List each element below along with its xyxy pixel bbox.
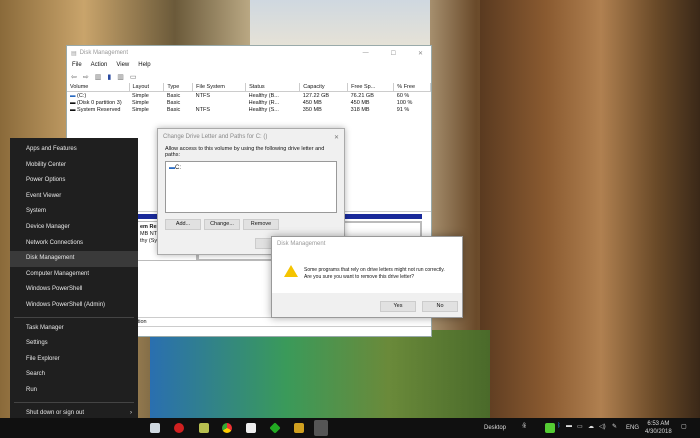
bluetooth-icon[interactable]: ᛒ xyxy=(557,423,561,429)
col-status[interactable]: Status xyxy=(245,83,301,92)
drive-icon: ▬ xyxy=(70,99,78,106)
menu-item-task-manager[interactable]: Task Manager xyxy=(10,321,138,337)
col-free-space[interactable]: Free Sp... xyxy=(347,83,395,92)
paths-list[interactable]: ▬C: xyxy=(165,161,337,213)
clock[interactable]: 6:53 AM 4/30/2018 xyxy=(645,420,672,436)
language-indicator[interactable]: ENG xyxy=(626,425,639,431)
menu-bar: File Action View Help xyxy=(67,60,431,70)
wallpaper-sky xyxy=(250,0,430,50)
menu-item-search[interactable]: Search xyxy=(10,367,138,383)
remove-button[interactable]: Remove xyxy=(243,219,279,230)
menu-help[interactable]: Help xyxy=(138,62,150,68)
drive-icon: ▬ xyxy=(70,92,78,99)
people-icon[interactable]: ꆜ xyxy=(522,423,527,430)
view-icon[interactable]: ▭ xyxy=(130,73,137,81)
volume-table: Volume Layout Type File System Status Ca… xyxy=(67,83,431,114)
disk-management-taskbar-icon[interactable] xyxy=(314,420,328,436)
col-percent-free[interactable]: % Free xyxy=(393,83,431,92)
menu-action[interactable]: Action xyxy=(91,62,108,68)
menu-item-windows-powershell[interactable]: Windows PowerShell xyxy=(10,282,138,298)
battery-icon[interactable]: ▬ xyxy=(566,423,572,429)
back-icon[interactable]: ⇦ xyxy=(71,73,77,81)
tool-icon[interactable] xyxy=(294,423,304,433)
col-filesystem[interactable]: File System xyxy=(192,83,247,92)
menu-item-apps-and-features[interactable]: Apps and Features xyxy=(10,142,138,158)
app-tray-icon[interactable] xyxy=(545,423,555,433)
wallpaper-canal xyxy=(150,330,490,420)
instruction-text: Allow access to this volume by using the… xyxy=(165,146,325,158)
disk-management-icon: ▤ xyxy=(71,50,77,57)
pen-icon[interactable]: ✎ xyxy=(612,423,617,430)
no-button[interactable]: No xyxy=(422,301,458,312)
menu-item-settings[interactable]: Settings xyxy=(10,336,138,352)
change-button[interactable]: Change... xyxy=(204,219,240,230)
list-item[interactable]: ▬C: xyxy=(169,165,333,171)
menu-separator xyxy=(14,401,134,403)
add-button[interactable]: Add... xyxy=(165,219,201,230)
table-header: Volume Layout Type File System Status Ca… xyxy=(67,83,431,92)
dialog-title: Change Drive Letter and Paths for C: () xyxy=(163,134,268,140)
menu-item-mobility-center[interactable]: Mobility Center xyxy=(10,158,138,174)
col-type[interactable]: Type xyxy=(163,83,194,92)
menu-item-device-manager[interactable]: Device Manager xyxy=(10,220,138,236)
mail-icon[interactable] xyxy=(246,423,256,433)
window-title: Disk Management xyxy=(79,50,129,56)
network-icon[interactable]: ▭ xyxy=(577,423,583,430)
drive-icon: ▬ xyxy=(70,107,78,114)
col-layout[interactable]: Layout xyxy=(129,83,165,92)
menu-item-network-connections[interactable]: Network Connections xyxy=(10,236,138,252)
close-icon[interactable]: ✕ xyxy=(334,134,339,141)
menu-item-computer-management[interactable]: Computer Management xyxy=(10,267,138,283)
app-icon[interactable] xyxy=(150,423,160,433)
menu-item-run[interactable]: Run xyxy=(10,383,138,399)
desktop-toolbar-label[interactable]: Desktop xyxy=(484,425,506,431)
menu-item-file-explorer[interactable]: File Explorer xyxy=(10,352,138,368)
volume-icon[interactable]: ◁) xyxy=(599,423,606,430)
message-line-2: Are you sure you want to remove this dri… xyxy=(304,274,415,280)
menu-item-windows-powershell-admin[interactable]: Windows PowerShell (Admin) xyxy=(10,298,138,314)
menu-item-disk-management[interactable]: Disk Management xyxy=(10,251,138,267)
warning-icon xyxy=(284,265,298,277)
app-icon[interactable] xyxy=(269,422,281,434)
table-row[interactable]: ▬ (Disk 0 partition 3) Simple Basic Healthy… xyxy=(67,99,431,107)
notes-icon[interactable] xyxy=(199,423,209,433)
toolbar: ⇦ ⇨ ▥ ▮ ▥ ▭ xyxy=(67,70,431,83)
help-icon[interactable]: ▮ xyxy=(107,73,111,81)
title-bar: ▤ Disk Management — ☐ ✕ xyxy=(67,46,431,60)
close-button[interactable]: ✕ xyxy=(418,50,423,57)
chrome-icon[interactable] xyxy=(222,423,232,433)
menu-separator xyxy=(14,316,134,318)
winx-menu: Apps and Features Mobility Center Power Op… xyxy=(10,138,138,433)
forward-icon[interactable]: ⇨ xyxy=(83,73,89,81)
table-row[interactable]: ▬ System Reserved Simple Basic NTFS Healthy … xyxy=(67,107,431,115)
menu-view[interactable]: View xyxy=(116,62,129,68)
action-center-icon[interactable]: ▢ xyxy=(681,423,687,430)
menu-item-event-viewer[interactable]: Event Viewer xyxy=(10,189,138,205)
menu-file[interactable]: File xyxy=(72,62,82,68)
maximize-button[interactable]: ☐ xyxy=(391,50,396,57)
wallpaper-buildings xyxy=(480,0,700,418)
taskbar: Desktop ꆜ ᛒ ▬ ▭ ☁ ◁) ✎ ENG 6:53 AM 4/30/2… xyxy=(0,418,700,438)
message-line-1: Some programs that rely on drive letters… xyxy=(304,267,445,273)
dialog-title: Disk Management xyxy=(277,241,326,247)
yes-button[interactable]: Yes xyxy=(380,301,416,312)
menu-item-power-options[interactable]: Power Options xyxy=(10,173,138,189)
table-row[interactable]: ▬ (C:) Simple Basic NTFS Healthy (B... 127.22… xyxy=(67,92,431,100)
app-icon[interactable] xyxy=(174,423,184,433)
col-capacity[interactable]: Capacity xyxy=(299,83,349,92)
properties-icon[interactable]: ▥ xyxy=(95,73,102,81)
menu-item-system[interactable]: System xyxy=(10,204,138,220)
refresh-icon[interactable]: ▥ xyxy=(117,73,124,81)
minimize-button[interactable]: — xyxy=(363,50,369,57)
col-volume[interactable]: Volume xyxy=(67,83,130,92)
cloud-icon[interactable]: ☁ xyxy=(588,423,594,430)
confirm-remove-dialog: Disk Management Some programs that rely … xyxy=(271,236,463,318)
